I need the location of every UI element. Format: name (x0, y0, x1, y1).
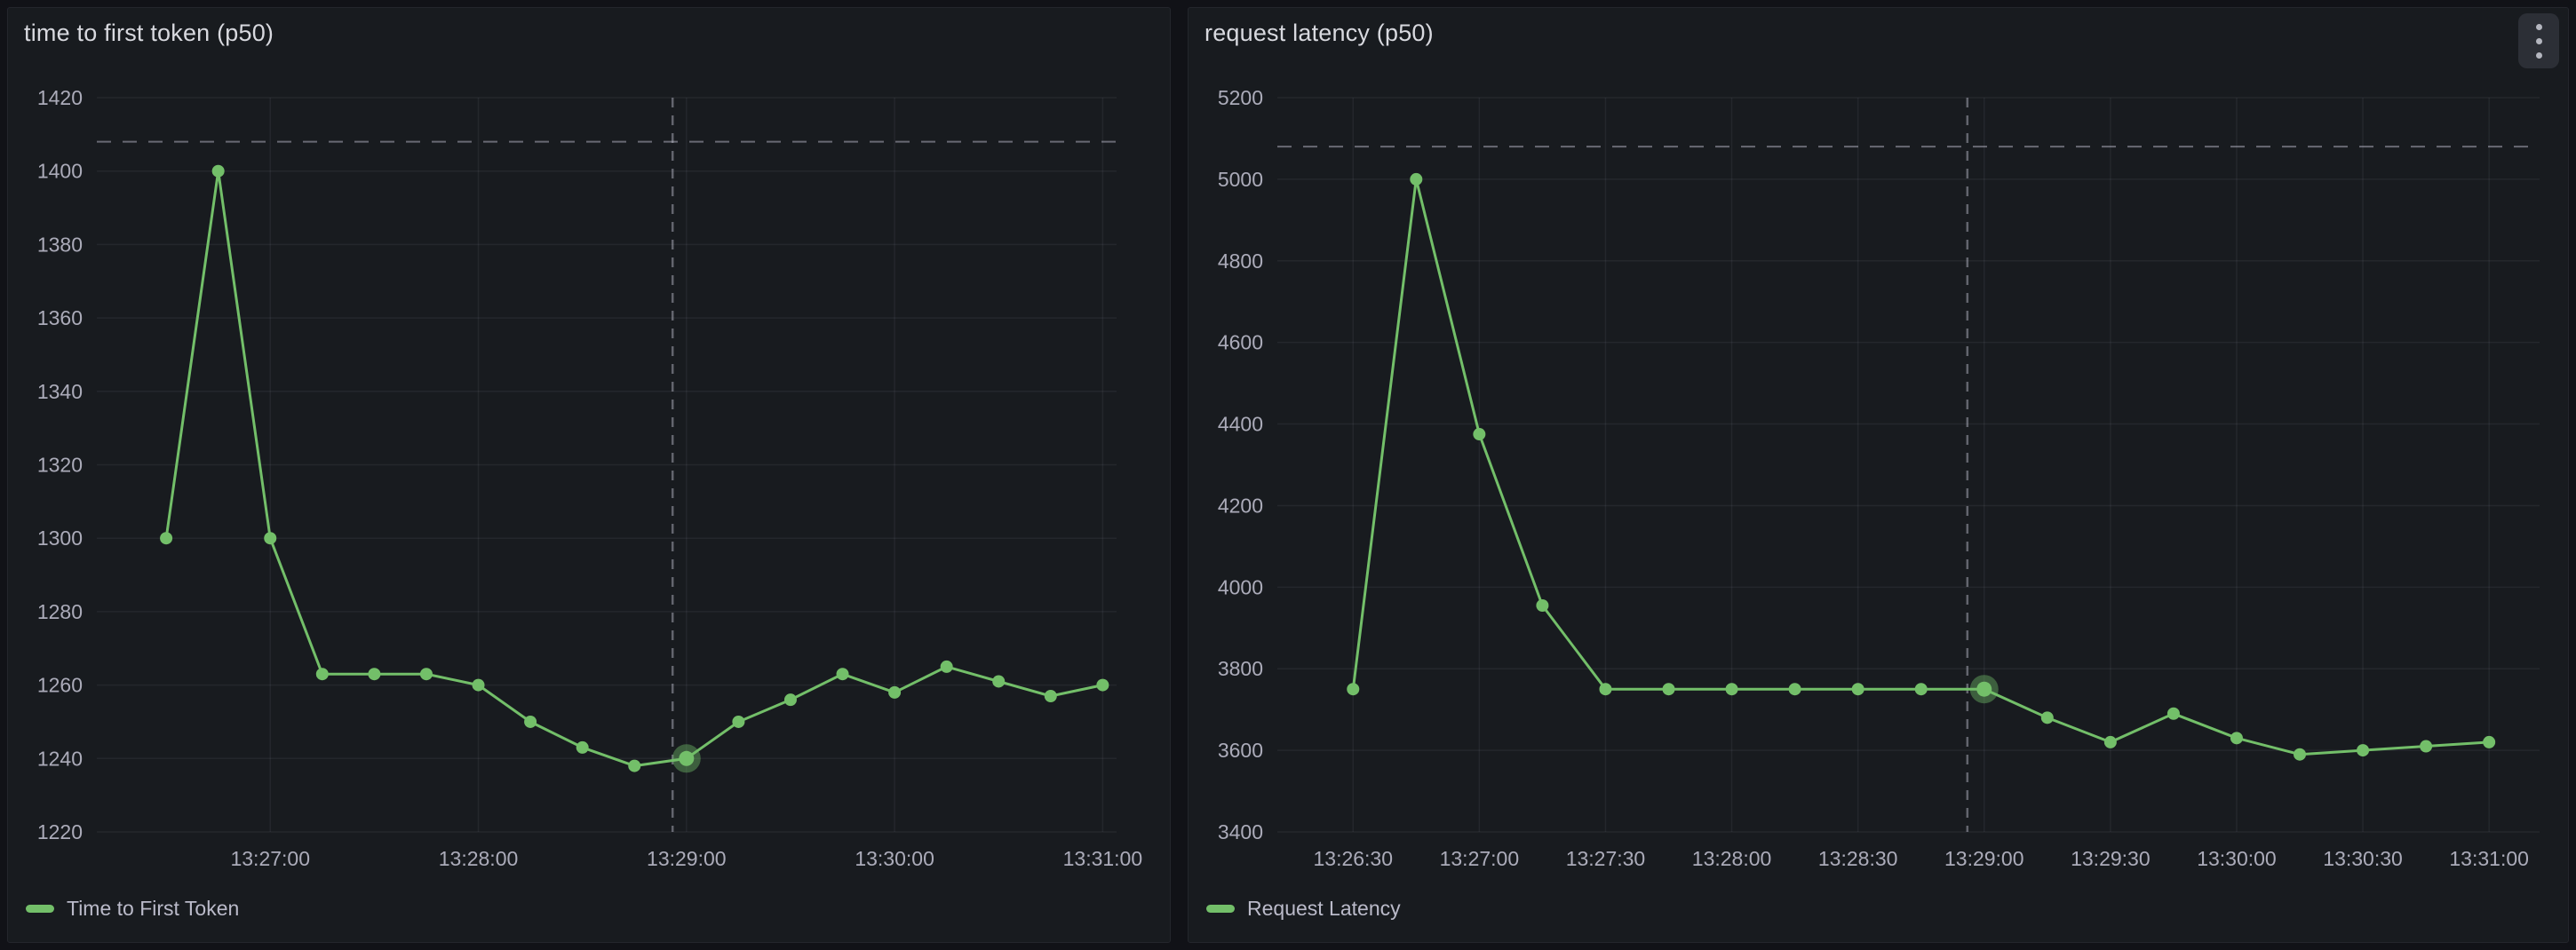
y-tick-label: 1280 (37, 600, 83, 623)
legend-latency: Request Latency (1206, 897, 1401, 921)
dashboard: time to first token (p50) 12201240126012… (0, 0, 2576, 950)
panel-title-latency[interactable]: request latency (p50) (1205, 20, 1434, 47)
y-tick-label: 1400 (37, 160, 83, 183)
data-point (368, 668, 380, 680)
data-point (2357, 744, 2369, 756)
ttft-chart[interactable]: 1220 1240 1260 1280 1300 1320 1340 1360 1380 1400… (8, 8, 1170, 942)
legend-item-latency[interactable]: Request Latency (1206, 897, 1401, 921)
panel-latency: request latency (p50) 3400 3600 3800 4000 42… (1188, 7, 2569, 943)
data-point (1852, 683, 1864, 695)
data-point (1915, 683, 1928, 695)
legend-label: Time to First Token (67, 897, 239, 921)
data-point (2041, 711, 2054, 724)
x-tick-label: 13:30:00 (2197, 847, 2277, 870)
y-tick-label: 3800 (1218, 657, 1263, 680)
data-point (2230, 732, 2243, 744)
y-tick-label: 1420 (37, 86, 83, 109)
y-tick-label: 1260 (37, 674, 83, 697)
y-tick-label: 5000 (1218, 168, 1263, 191)
data-point (992, 675, 1005, 687)
y-tick-label: 3600 (1218, 739, 1263, 762)
x-tick-label: 13:31:00 (1063, 847, 1143, 870)
data-point (888, 686, 901, 699)
hovered-data-point (1976, 682, 1992, 697)
legend-color-swatch (26, 905, 54, 913)
x-tick-label: 13:28:00 (439, 847, 519, 870)
data-point (316, 668, 329, 680)
y-tick-label: 1340 (37, 380, 83, 403)
data-point (837, 668, 849, 680)
x-tick-label: 13:26:30 (1313, 847, 1393, 870)
legend-item-ttft[interactable]: Time to First Token (26, 897, 239, 921)
latency-chart[interactable]: 3400 3600 3800 4000 4200 4400 4600 4800 5000 5200… (1189, 8, 2568, 942)
data-point (2167, 708, 2180, 720)
x-tick-label: 13:31:00 (2449, 847, 2529, 870)
legend-label: Request Latency (1247, 897, 1401, 921)
x-tick-label: 13:28:30 (1818, 847, 1898, 870)
y-tick-label: 1360 (37, 306, 83, 329)
y-tick-label: 5200 (1218, 86, 1263, 109)
x-tick-label: 13:27:00 (1440, 847, 1520, 870)
data-point (420, 668, 433, 680)
x-tick-label: 13:28:00 (1692, 847, 1772, 870)
data-point (2483, 736, 2495, 748)
y-tick-label: 1300 (37, 526, 83, 550)
data-point (2104, 736, 2117, 748)
data-point (1599, 683, 1611, 695)
y-tick-label: 4800 (1218, 249, 1263, 273)
data-point (2420, 740, 2432, 753)
data-point (473, 679, 485, 692)
data-point (1410, 173, 1422, 186)
data-point (2294, 748, 2306, 761)
x-tick-label: 13:29:30 (2071, 847, 2151, 870)
data-point (212, 165, 225, 178)
y-tick-label: 1220 (37, 820, 83, 843)
data-point (1726, 683, 1738, 695)
panel-title-ttft[interactable]: time to first token (p50) (24, 20, 274, 47)
series-line (166, 171, 1102, 766)
data-point (1473, 428, 1485, 440)
y-tick-label: 4200 (1218, 494, 1263, 517)
kebab-vertical-icon (2536, 24, 2542, 59)
data-point (1536, 599, 1548, 612)
data-point (941, 661, 953, 673)
x-tick-label: 13:30:00 (855, 847, 934, 870)
y-tick-label: 1240 (37, 747, 83, 770)
data-point (784, 693, 797, 706)
legend-ttft: Time to First Token (26, 897, 239, 921)
x-tick-label: 13:27:00 (230, 847, 310, 870)
data-point (1347, 683, 1359, 695)
x-tick-label: 13:27:30 (1566, 847, 1646, 870)
data-point (1096, 679, 1109, 692)
y-tick-label: 1320 (37, 454, 83, 477)
y-tick-label: 4000 (1218, 575, 1263, 598)
data-point (1663, 683, 1675, 695)
data-point (732, 716, 744, 728)
data-point (628, 760, 640, 772)
y-tick-label: 3400 (1218, 820, 1263, 843)
x-tick-label: 13:29:00 (1944, 847, 2024, 870)
data-point (264, 532, 276, 544)
data-point (1045, 690, 1057, 702)
panel-menu-button[interactable] (2518, 13, 2559, 68)
panel-header: time to first token (p50) (8, 8, 1170, 65)
data-point (576, 741, 589, 754)
panel-ttft: time to first token (p50) 12201240126012… (7, 7, 1171, 943)
y-tick-label: 4400 (1218, 413, 1263, 436)
data-point (524, 716, 537, 728)
y-tick-label: 1380 (37, 233, 83, 256)
data-point (1789, 683, 1801, 695)
data-point (160, 532, 172, 544)
panel-header: request latency (p50) (1189, 8, 2568, 65)
x-tick-label: 13:30:30 (2323, 847, 2403, 870)
y-tick-label: 4600 (1218, 331, 1263, 354)
x-tick-label: 13:29:00 (647, 847, 727, 870)
legend-color-swatch (1206, 905, 1235, 913)
hovered-data-point (679, 751, 694, 766)
